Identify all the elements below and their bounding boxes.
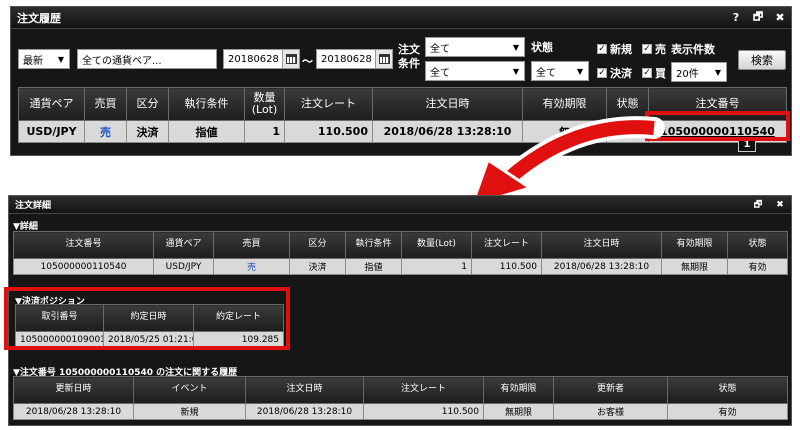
- cell-expiry: 無期限: [661, 258, 728, 275]
- col-header: 数量(Lot): [401, 231, 472, 259]
- help-icon[interactable]: ?: [729, 10, 743, 24]
- col-header: 注文レート: [363, 376, 484, 404]
- cell-rate: 110.500: [363, 403, 484, 420]
- chevron-down-icon: ▼: [714, 68, 721, 77]
- restore-window-icon[interactable]: 🗗: [751, 198, 765, 212]
- checkbox-new[interactable]: ✓ 新規: [597, 41, 632, 57]
- col-header: 通貨ペア: [153, 231, 214, 259]
- checkmark-icon: ✓: [597, 44, 607, 54]
- table-row: 105000000110540 USD/JPY 売 決済 指値 1 110.50…: [13, 258, 788, 275]
- status-label: 状態: [531, 41, 553, 54]
- cell-pair: USD/JPY: [18, 120, 85, 143]
- col-header[interactable]: 区分: [126, 87, 169, 121]
- col-header[interactable]: 執行条件: [168, 87, 245, 121]
- cell-qty: 1: [244, 120, 285, 143]
- checkbox-close[interactable]: ✓ 決済: [597, 65, 632, 81]
- col-header[interactable]: 売買: [84, 87, 127, 121]
- order-condition-label: 注文条件: [398, 43, 420, 70]
- window-title: 注文詳細: [15, 201, 52, 211]
- cell-expiry: 無: [522, 120, 607, 143]
- col-header[interactable]: 有効期限: [522, 87, 607, 121]
- col-header[interactable]: 注文レート: [284, 87, 373, 121]
- col-header: 注文番号: [13, 231, 154, 259]
- col-header: 執行条件: [345, 231, 402, 259]
- close-window-icon[interactable]: ✖: [773, 198, 787, 212]
- chevron-down-icon: ▼: [57, 55, 64, 64]
- col-header: 有効期限: [483, 376, 554, 404]
- date-to-calendar-button[interactable]: [375, 49, 393, 69]
- cell-qty: 1: [401, 258, 472, 275]
- col-header[interactable]: 数量(Lot): [244, 87, 285, 121]
- cell-event: 新規: [133, 403, 246, 420]
- table-header-row: 更新日時 イベント 注文日時 注文レート 有効期限 更新者 状態: [13, 376, 788, 404]
- col-header: 売買: [213, 231, 290, 259]
- cell-pair: USD/JPY: [153, 258, 214, 275]
- checkbox-sell[interactable]: ✓ 売: [642, 41, 666, 57]
- col-header: 状態: [727, 231, 788, 259]
- cell-type: 決済: [289, 258, 346, 275]
- order-condition-select-2[interactable]: 全て ▼: [425, 61, 525, 81]
- chevron-down-icon: ▼: [576, 67, 583, 76]
- col-header: 注文日時: [541, 231, 662, 259]
- date-to-input[interactable]: 20180628: [316, 49, 376, 69]
- date-from-input[interactable]: 20180628: [223, 49, 283, 69]
- order-detail-titlebar: 注文詳細: [9, 196, 791, 214]
- annotation-highlight-position: [4, 287, 290, 350]
- cell-updater: お客様: [553, 403, 668, 420]
- cell-datetime: 2018/06/28 13:28:10: [541, 258, 662, 275]
- calendar-icon: [378, 54, 390, 64]
- chevron-down-icon: ▼: [512, 43, 519, 52]
- search-button[interactable]: 検索: [738, 50, 786, 70]
- display-count-select[interactable]: 20件 ▼: [671, 62, 727, 82]
- col-header[interactable]: 注文日時: [372, 87, 523, 121]
- order-history-titlebar: 注文履歴: [11, 7, 791, 29]
- display-count-label: 表示件数: [671, 43, 715, 56]
- cell-expiry: 無期限: [483, 403, 554, 420]
- col-header: 更新者: [553, 376, 668, 404]
- col-header: 有効期限: [661, 231, 728, 259]
- cell-rate: 110.500: [471, 258, 542, 275]
- checkmark-icon: ✓: [642, 44, 652, 54]
- cell-order-no: 105000000110540: [13, 258, 154, 275]
- chevron-down-icon: ▼: [512, 67, 519, 76]
- currency-pair-select[interactable]: 全ての通貨ペア...: [77, 49, 217, 69]
- cell-datetime: 2018/06/28 13:28:10: [245, 403, 364, 420]
- window-title: 注文履歴: [17, 11, 61, 25]
- cell-status: [606, 120, 649, 143]
- calendar-icon: [285, 54, 297, 64]
- cell-status: 有効: [667, 403, 788, 420]
- col-header: イベント: [133, 376, 246, 404]
- date-from-calendar-button[interactable]: [282, 49, 300, 69]
- col-header[interactable]: 通貨ペア: [18, 87, 85, 121]
- checkmark-icon: ✓: [642, 68, 652, 78]
- order-condition-select-1[interactable]: 全て ▼: [425, 37, 525, 57]
- cell-rate: 110.500: [284, 120, 373, 143]
- checkbox-buy[interactable]: ✓ 買: [642, 65, 666, 81]
- cell-exec: 指値: [168, 120, 245, 143]
- cell-datetime: 2018/06/28 13:28:10: [372, 120, 523, 143]
- date-range-separator: 〜: [302, 55, 313, 68]
- cell-side: 売: [84, 120, 127, 143]
- status-select[interactable]: 全て ▼: [531, 61, 589, 81]
- col-header[interactable]: 状態: [606, 87, 649, 121]
- sort-select[interactable]: 最新 ▼: [18, 49, 70, 69]
- col-header: 区分: [289, 231, 346, 259]
- cell-status: 有効: [727, 258, 788, 275]
- col-header: 状態: [667, 376, 788, 404]
- cell-type: 決済: [126, 120, 169, 143]
- restore-window-icon[interactable]: 🗗: [751, 10, 765, 24]
- table-row: 2018/06/28 13:28:10 新規 2018/06/28 13:28:…: [13, 403, 788, 420]
- close-window-icon[interactable]: ✖: [773, 10, 787, 24]
- history-table: 更新日時 イベント 注文日時 注文レート 有効期限 更新者 状態 2018/06…: [13, 376, 788, 420]
- cell-updated: 2018/06/28 13:28:10: [13, 403, 134, 420]
- checkmark-icon: ✓: [597, 68, 607, 78]
- col-header: 更新日時: [13, 376, 134, 404]
- col-header: 注文レート: [471, 231, 542, 259]
- detail-table: 注文番号 通貨ペア 売買 区分 執行条件 数量(Lot) 注文レート 注文日時 …: [13, 231, 788, 275]
- col-header: 注文日時: [245, 376, 364, 404]
- cell-exec: 指値: [345, 258, 402, 275]
- annotation-highlight-order-number: [645, 111, 790, 141]
- table-header-row: 注文番号 通貨ペア 売買 区分 執行条件 数量(Lot) 注文レート 注文日時 …: [13, 231, 788, 259]
- cell-side: 売: [213, 258, 290, 275]
